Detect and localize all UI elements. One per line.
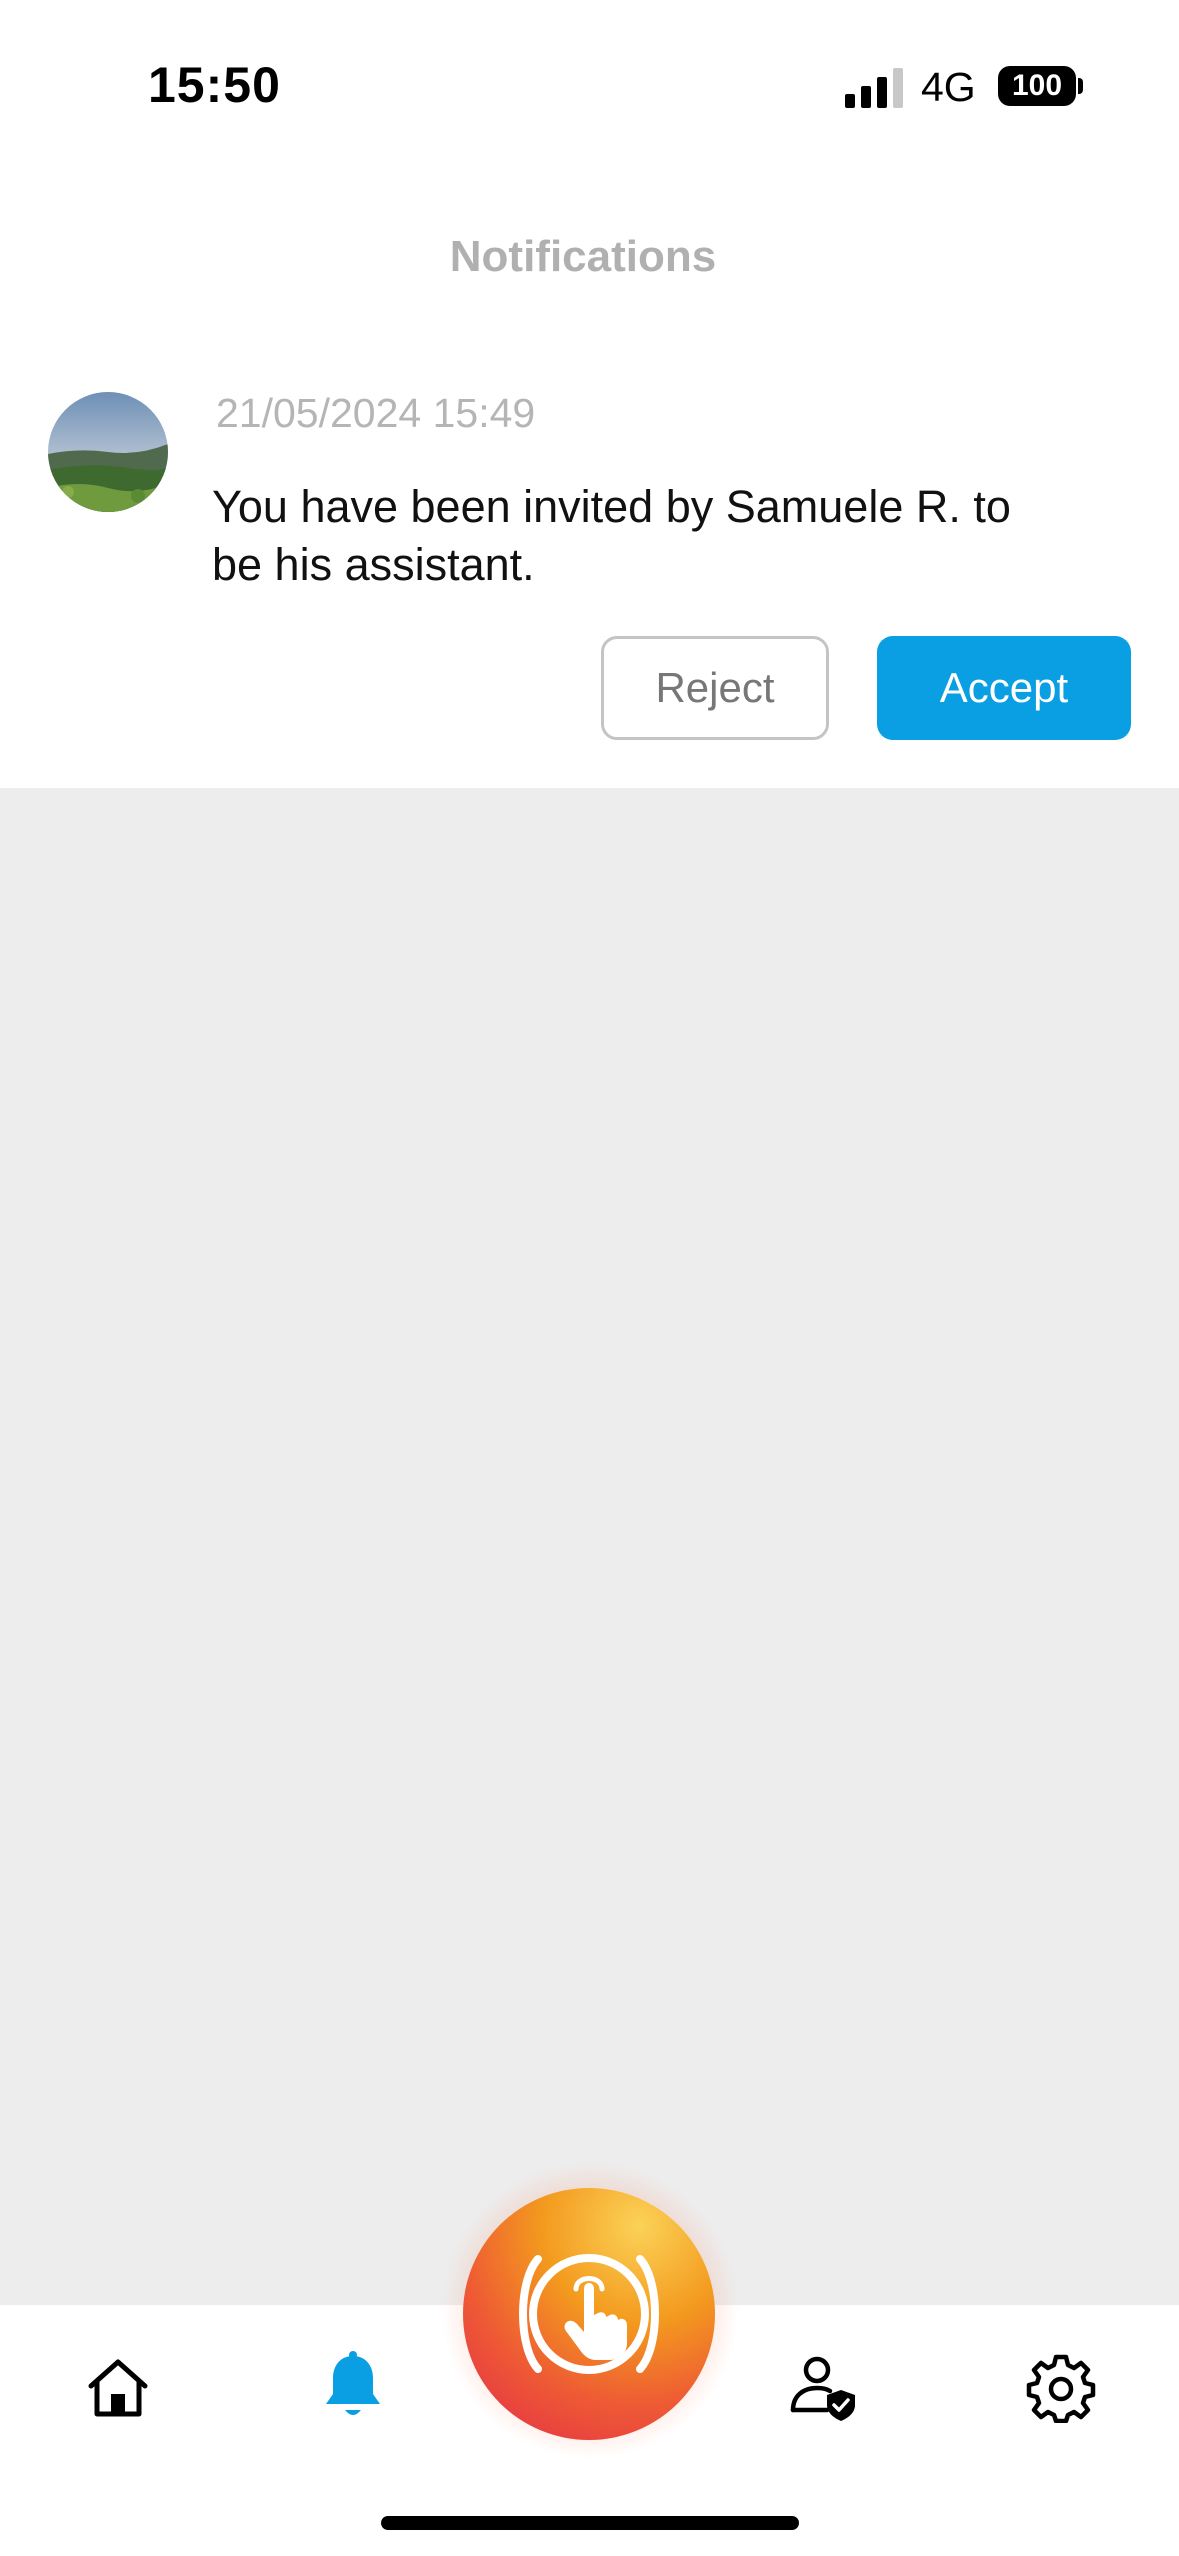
home-indicator[interactable]: [381, 2516, 799, 2530]
tab-notifications[interactable]: [313, 2347, 393, 2427]
empty-content-area: [0, 788, 1179, 2305]
avatar: [48, 392, 168, 512]
sos-hand-tap-icon: [519, 2254, 659, 2374]
tab-assistants[interactable]: [784, 2347, 864, 2427]
notification-date: 21/05/2024 15:49: [216, 390, 536, 436]
page-title: Notifications: [449, 232, 717, 281]
notification-item: 21/05/2024 15:49 You have been invited b…: [0, 370, 1179, 788]
gear-icon: [1026, 2354, 1096, 2423]
battery-icon: 100: [998, 66, 1076, 106]
network-type: 4G: [921, 64, 976, 110]
battery-tip: [1078, 78, 1083, 94]
status-time: 15:50: [148, 57, 281, 113]
status-bar: 15:50 4G 100: [0, 0, 1179, 175]
signal-strength-icon: [845, 68, 903, 108]
user-shield-icon: [790, 2356, 855, 2421]
battery-level: 100: [1011, 69, 1063, 102]
accept-button[interactable]: Accept: [877, 636, 1131, 740]
home-icon: [88, 2359, 148, 2417]
reject-button[interactable]: Reject: [601, 636, 829, 740]
landscape-photo-icon: [48, 392, 168, 512]
tab-home[interactable]: [78, 2347, 158, 2427]
notification-message: You have been invited by Samuele R. to b…: [212, 481, 1011, 590]
bell-icon: [326, 2351, 380, 2415]
sos-button[interactable]: [463, 2188, 715, 2440]
tab-settings[interactable]: [1021, 2347, 1101, 2427]
